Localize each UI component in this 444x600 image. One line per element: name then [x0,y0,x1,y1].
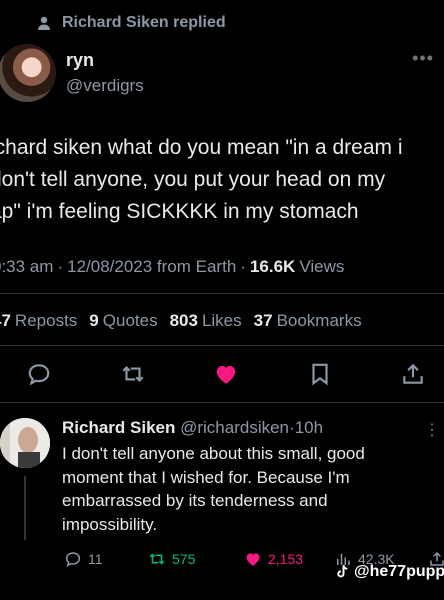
divider [0,402,444,403]
author-name[interactable]: ryn [66,50,94,71]
stat-quotes[interactable]: 9 Quotes [89,311,157,331]
reply-author-handle[interactable]: @richardsiken [180,418,289,437]
reply-replies[interactable]: 11 [64,550,103,568]
reply-context-text: Richard Siken replied [62,14,226,31]
tweet-date: 12/08/2023 from Earth [67,257,237,276]
reply-author-name[interactable]: Richard Siken [62,418,175,437]
like-filled-icon [246,553,260,566]
tweet-actions [26,356,426,392]
repost-icon [149,553,165,565]
divider [0,345,444,346]
reply-count: 11 [88,551,103,567]
tiktok-icon [337,565,348,578]
reply-text: I don't tell anyone about this small, go… [62,444,365,534]
reply-header: Richard Siken @richardsiken·10h [62,418,324,437]
tweet-time: 0:33 am [0,257,54,276]
divider [0,293,444,294]
share-icon[interactable] [400,361,426,387]
repost-icon[interactable] [120,361,146,387]
like-count: 2,153 [268,551,304,567]
thread-line [24,476,26,540]
reply-time[interactable]: 10h [295,418,323,437]
watermark-handle: @he77pupp [354,563,444,580]
reply-icon[interactable] [26,361,52,387]
bookmark-icon[interactable] [307,361,333,387]
tweet-meta: 0:33 am · 12/08/2023 from Earth · 16.6K … [0,257,344,277]
avatar[interactable] [0,44,56,102]
reply-reposts[interactable]: 575 [148,550,195,568]
avatar[interactable] [0,418,50,468]
person-icon [38,16,50,30]
tweet-author: ryn @verdigrs [0,44,444,108]
author-handle[interactable]: @verdigrs [66,76,144,96]
stat-reposts[interactable]: 47Reposts [0,311,77,331]
reply-context: Richard Siken replied [36,12,226,34]
more-icon[interactable]: ⋮ [424,420,440,440]
repost-count: 575 [172,551,196,567]
reply-likes[interactable]: 2,153 [244,550,303,568]
tweet-text: ichard siken what do you mean "in a drea… [0,136,403,223]
like-filled-icon[interactable] [213,361,239,387]
stat-bookmarks[interactable]: 37 Bookmarks [254,311,362,331]
portrait-image [0,418,50,468]
tweet-stats: 47Reposts 9Quotes 803Likes 37Bookmarks [0,311,362,331]
views-count: 16.6K [249,257,296,276]
stat-likes[interactable]: 803 Likes [170,311,242,331]
tiktok-watermark: @he77pupp [333,563,444,581]
views-label: Views [299,257,345,276]
reply-icon [65,552,81,567]
